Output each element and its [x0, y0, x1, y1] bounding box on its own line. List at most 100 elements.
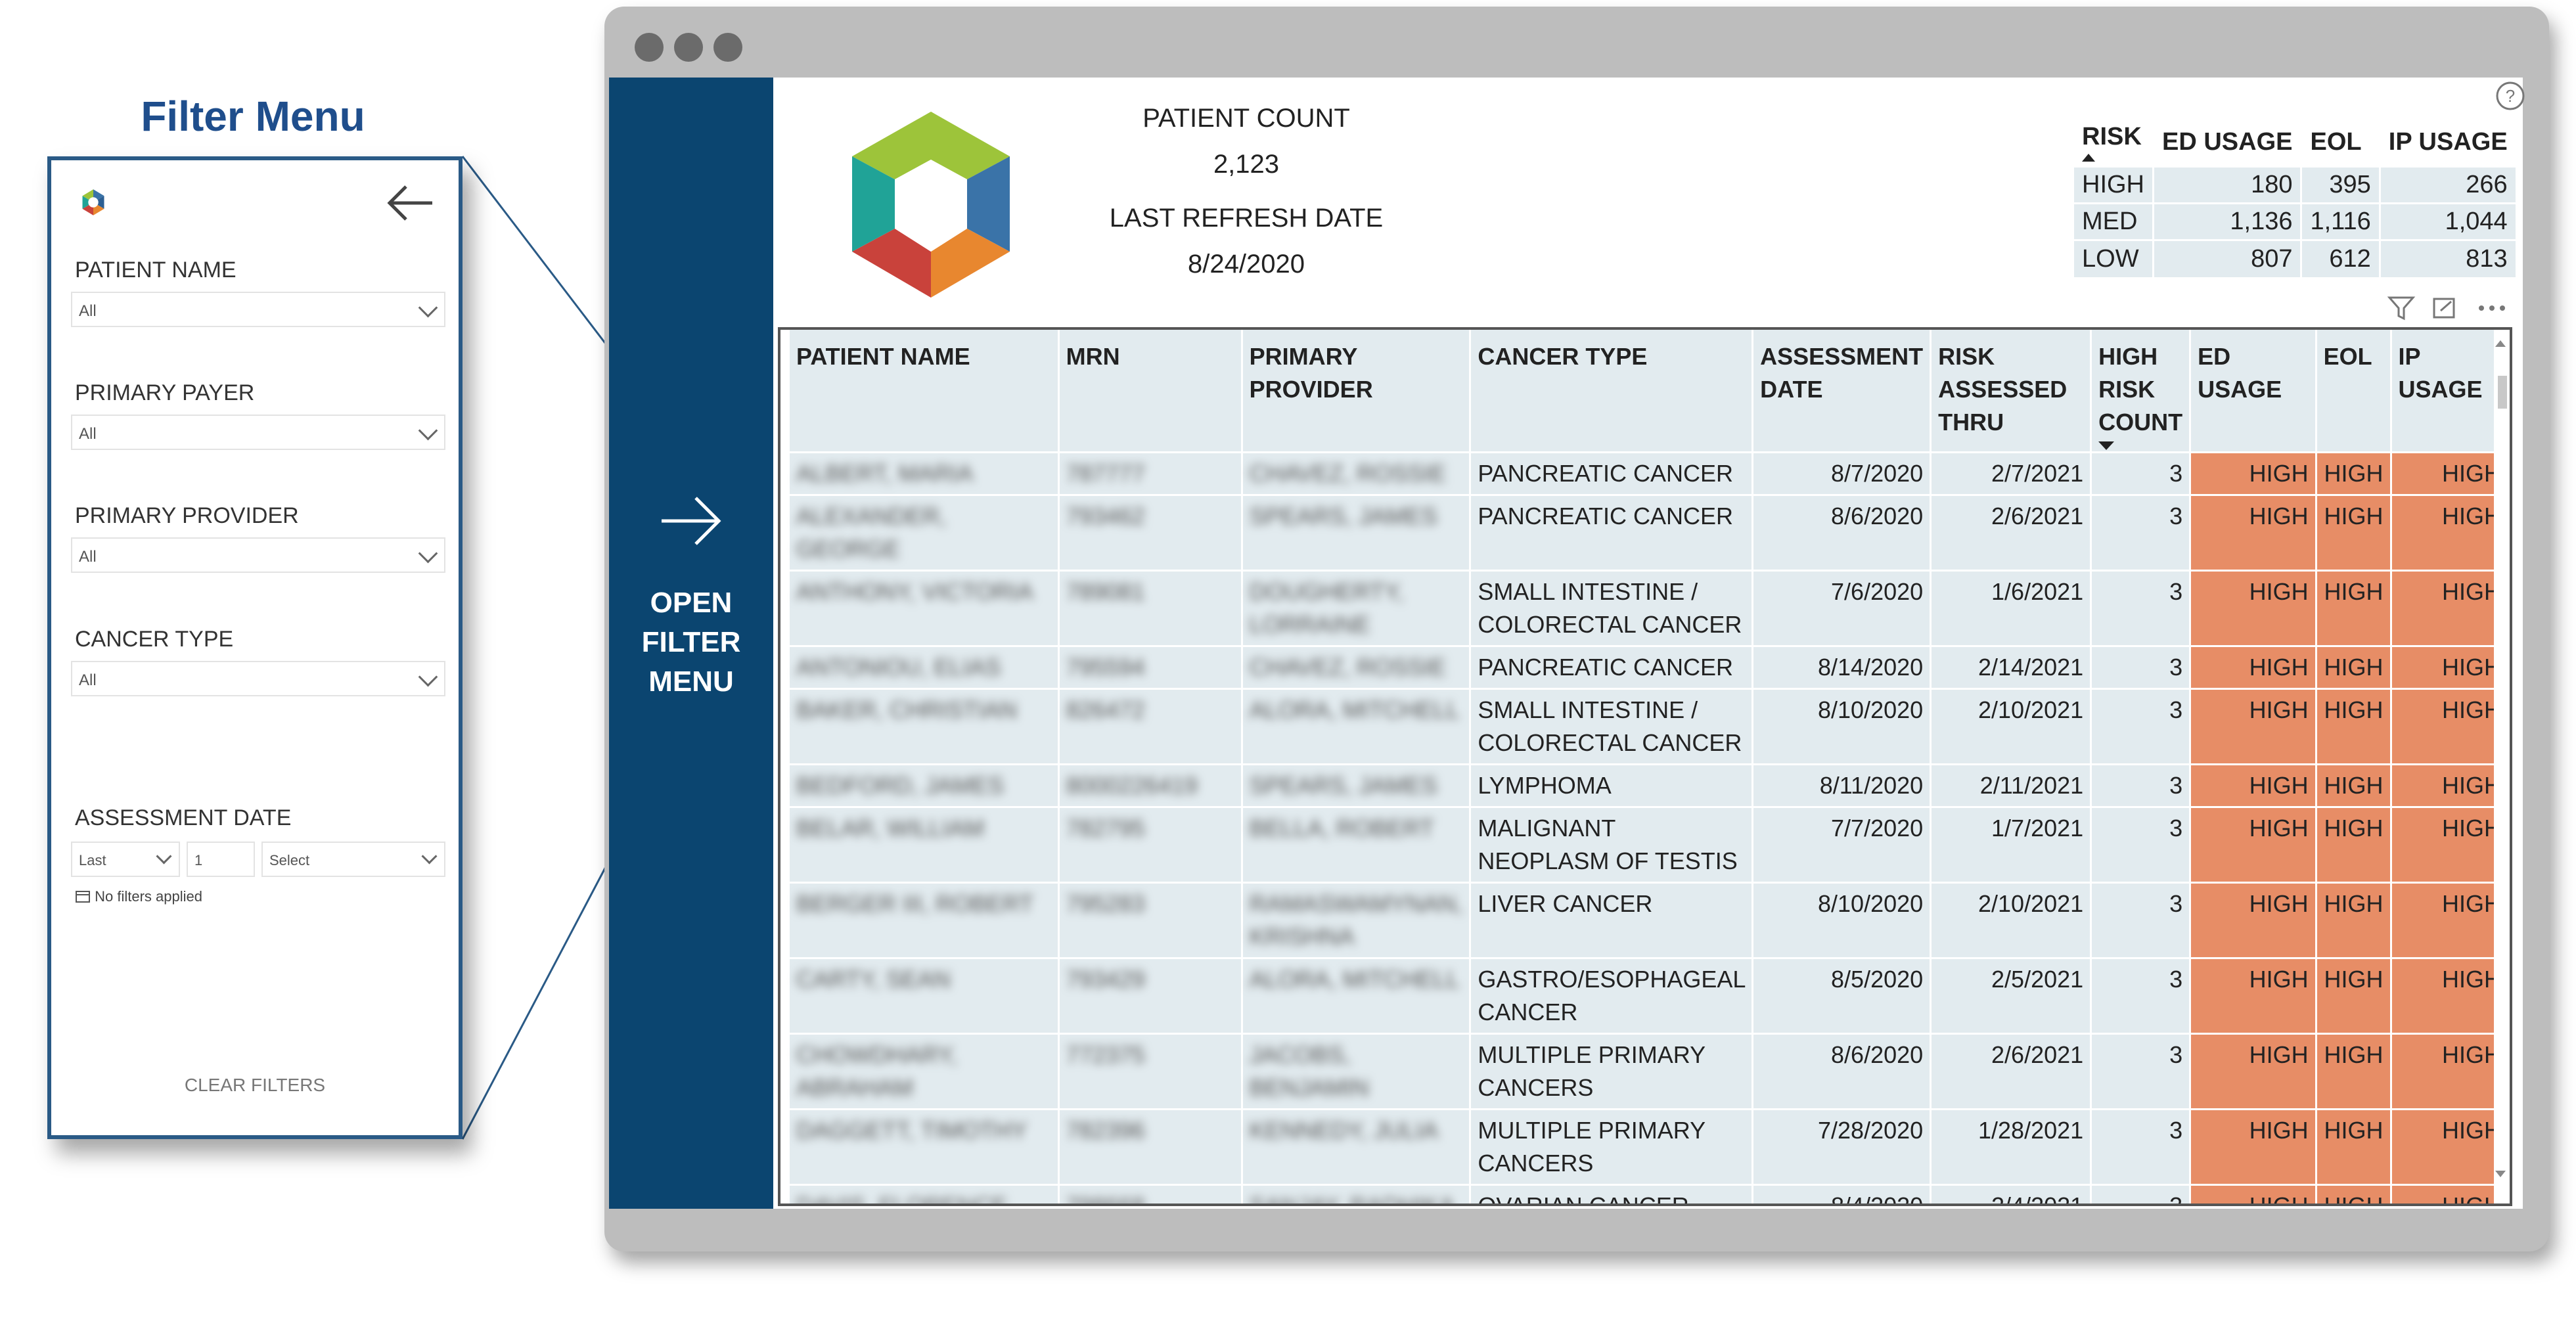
ed-usage-cell-text: HIGH — [2249, 459, 2309, 487]
scroll-up-icon[interactable] — [2495, 340, 2506, 347]
window-control-dot[interactable] — [674, 33, 703, 62]
assessment-date-cell: 7/7/2020 — [1752, 805, 1932, 882]
mrn-cell-text: 772375 — [1066, 1041, 1145, 1068]
primary-provider-cell: SPEARS, JAMES — [1242, 763, 1472, 807]
eol-column-header[interactable]: EOL — [2316, 330, 2392, 452]
ed-usage-column-header[interactable]: ED USAGE — [2190, 330, 2317, 452]
ip-usage-column-header[interactable]: IP USAGE — [2380, 114, 2518, 167]
assessment-date-cell: 8/6/2020 — [1752, 493, 1932, 570]
assessment-date-cell-text: 8/6/2020 — [1831, 502, 1924, 529]
help-icon[interactable]: ? — [2495, 80, 2526, 112]
cancer-type-column-header[interactable]: CANCER TYPE — [1470, 330, 1754, 452]
primary-provider-cell: JACOBS, BENJAMIN — [1242, 1032, 1472, 1109]
ip-usage-cell: HIGH — [2391, 881, 2510, 958]
primary-payer-dropdown[interactable]: All — [71, 415, 445, 450]
open-filter-sidebar[interactable]: OPEN FILTER MENU — [609, 78, 773, 1209]
window-control-dot[interactable] — [713, 33, 742, 62]
window-control-dot[interactable] — [635, 33, 664, 62]
focus-mode-icon[interactable] — [2433, 298, 2455, 319]
ip-usage-cell: HIGH — [2391, 687, 2510, 764]
back-arrow-icon[interactable] — [380, 173, 439, 233]
table-row[interactable]: BERGER III, ROBERT 795283 RAMASWAMYNAN, KR… — [790, 881, 2510, 958]
scroll-thumb[interactable] — [2498, 376, 2507, 409]
high-risk-count-cell-text: 3 — [2169, 889, 2183, 917]
table-row[interactable]: ANTHONY, VICTORIA 789081 DOUGHERTY, LORRAI… — [790, 569, 2510, 646]
ed-usage-cell-text: HIGH — [2249, 1041, 2309, 1068]
risk-assessed-thru-cell-text: 2/11/2021 — [1979, 771, 2084, 799]
ed-usage-cell: HIGH — [2190, 644, 2317, 688]
primary-provider-column-header[interactable]: PRIMARY PROVIDER — [1242, 330, 1472, 452]
primary-provider-cell-text: ALORA, MITCHELL — [1249, 965, 1460, 993]
more-options-icon[interactable] — [2479, 305, 2505, 311]
high-risk-count-cell: 3 — [2090, 1183, 2192, 1203]
cancer-type-cell: MULTIPLE PRIMARY CANCERS — [1470, 1108, 1754, 1184]
table-row[interactable]: CHOWDHARY, ABRAHAM 772375 JACOBS, BENJAMIN… — [790, 1032, 2510, 1109]
risk-column-header[interactable]: RISK — [2074, 114, 2154, 167]
table-row[interactable]: CARTY, SEAN 793429 ALORA, MITCHELL GASTRO/E… — [790, 956, 2510, 1033]
mrn-cell-text: 782396 — [1066, 1116, 1145, 1144]
patient-name-cell-text: ANTONIOU, ELIAS — [796, 653, 1001, 681]
table-row[interactable]: DAGGETT, TIMOTHY 782396 KENNEDY, JULIA MULT… — [790, 1108, 2510, 1184]
high-risk-count-cell-text: 3 — [2169, 696, 2183, 723]
mrn-cell-text: 787777 — [1066, 459, 1145, 487]
ed-usage-cell: HIGH — [2190, 1032, 2317, 1109]
assessment-date-period-value: Last — [79, 852, 106, 868]
assessment-date-count-input[interactable]: 1 — [187, 842, 255, 877]
assessment-date-unit-dropdown[interactable]: Select — [261, 842, 445, 877]
patient-name-dropdown-value: All — [79, 302, 97, 320]
open-filter-menu-button[interactable]: OPEN FILTER MENU — [609, 583, 773, 702]
mrn-column-header[interactable]: MRN — [1058, 330, 1243, 452]
high-risk-count-cell-text: 3 — [2169, 577, 2183, 605]
cancer-type-cell: LYMPHOMA — [1470, 763, 1754, 807]
assessment-date-column-header[interactable]: ASSESSMENT DATE — [1752, 330, 1932, 452]
assessment-date-period-dropdown[interactable]: Last — [71, 842, 180, 877]
primary-provider-cell: DOUGHERTY, LORRAINE — [1242, 569, 1472, 646]
table-row[interactable]: ANTONIOU, ELIAS 795594 CHAVEZ, ROSSIE PANCR… — [790, 644, 2510, 688]
mrn-cell-text: 789081 — [1066, 577, 1145, 605]
table-row[interactable]: ALEXANDER, GEORGE 793462 SPEARS, JAMES PANC… — [790, 493, 2510, 570]
eol-column-header[interactable]: EOL — [2301, 114, 2381, 167]
table-row[interactable]: DAVIS, FLORENCE 798668 SANJAY, RADHIKA OVAR… — [790, 1183, 2510, 1203]
risk-assessed-thru-cell: 2/6/2021 — [1930, 493, 2092, 570]
primary-provider-cell-text: SPEARS, JAMES — [1249, 771, 1437, 799]
risk-assessed-thru-column-header[interactable]: RISK ASSESSED THRU — [1930, 330, 2092, 452]
assessment-date-cell: 8/4/2020 — [1752, 1183, 1932, 1203]
patient-name-dropdown[interactable]: All — [71, 292, 445, 327]
open-filter-arrow-icon[interactable] — [655, 485, 727, 557]
cancer-type-dropdown[interactable]: All — [71, 661, 445, 696]
table-row[interactable]: BAKER, CHRISTIAN 826472 ALORA, MITCHELL SMA… — [790, 687, 2510, 764]
filter-icon[interactable] — [2387, 296, 2416, 321]
table-row[interactable]: BEDFORD, JAMES 8000226419 SPEARS, JAMES LYM… — [790, 763, 2510, 807]
patient-name-cell: BEDFORD, JAMES — [790, 763, 1060, 807]
table-scrollbar[interactable] — [2494, 330, 2510, 1203]
high-risk-count-cell: 3 — [2090, 569, 2192, 646]
ed-usage-cell: HIGH — [2190, 1183, 2317, 1203]
ip-usage-column-header[interactable]: IP USAGE — [2391, 330, 2510, 452]
high-risk-count-column-header[interactable]: HIGH RISK COUNT — [2090, 330, 2192, 452]
table-row[interactable]: ALBERT, MARIA 787777 CHAVEZ, ROSSIE PANCREA… — [790, 451, 2510, 495]
patient-name-cell: ALBERT, MARIA — [790, 451, 1060, 495]
risk-assessed-thru-cell-text: 2/6/2021 — [1991, 1041, 2084, 1068]
assessment-date-cell-text: 8/10/2020 — [1818, 696, 1924, 723]
ed-usage-cell-text: HIGH — [2249, 814, 2309, 842]
eol-count: 395 — [2301, 166, 2381, 204]
high-risk-count-cell: 3 — [2090, 493, 2192, 570]
mrn-cell-text: 826472 — [1066, 696, 1145, 723]
patient-name-column-header[interactable]: PATIENT NAME — [790, 330, 1060, 452]
clear-filters-button[interactable]: CLEAR FILTERS — [51, 1075, 459, 1096]
ip-usage-cell-text: HIGH — [2442, 577, 2501, 605]
ed-usage-count: 1,136 — [2153, 202, 2303, 240]
ed-usage-column-header[interactable]: ED USAGE — [2153, 114, 2303, 167]
primary-provider-dropdown[interactable]: All — [71, 537, 445, 573]
primary-provider-filter-label: PRIMARY PROVIDER — [75, 503, 299, 528]
mrn-cell-text: 8000226419 — [1066, 771, 1198, 799]
primary-provider-cell: KENNEDY, JULIA — [1242, 1108, 1472, 1184]
high-risk-count-cell: 3 — [2090, 687, 2192, 764]
risk-level: HIGH — [2074, 166, 2154, 204]
primary-provider-cell: SPEARS, JAMES — [1242, 493, 1472, 570]
scroll-down-icon[interactable] — [2495, 1171, 2506, 1177]
risk-assessed-thru-cell: 1/7/2021 — [1930, 805, 2092, 882]
table-row[interactable]: BELAR, WILLIAM 782795 BELLA, ROBERT MALIGNA… — [790, 805, 2510, 882]
cancer-type-cell: SMALL INTESTINE / COLORECTAL CANCER — [1470, 687, 1754, 764]
eol-count: 1,116 — [2301, 202, 2381, 240]
